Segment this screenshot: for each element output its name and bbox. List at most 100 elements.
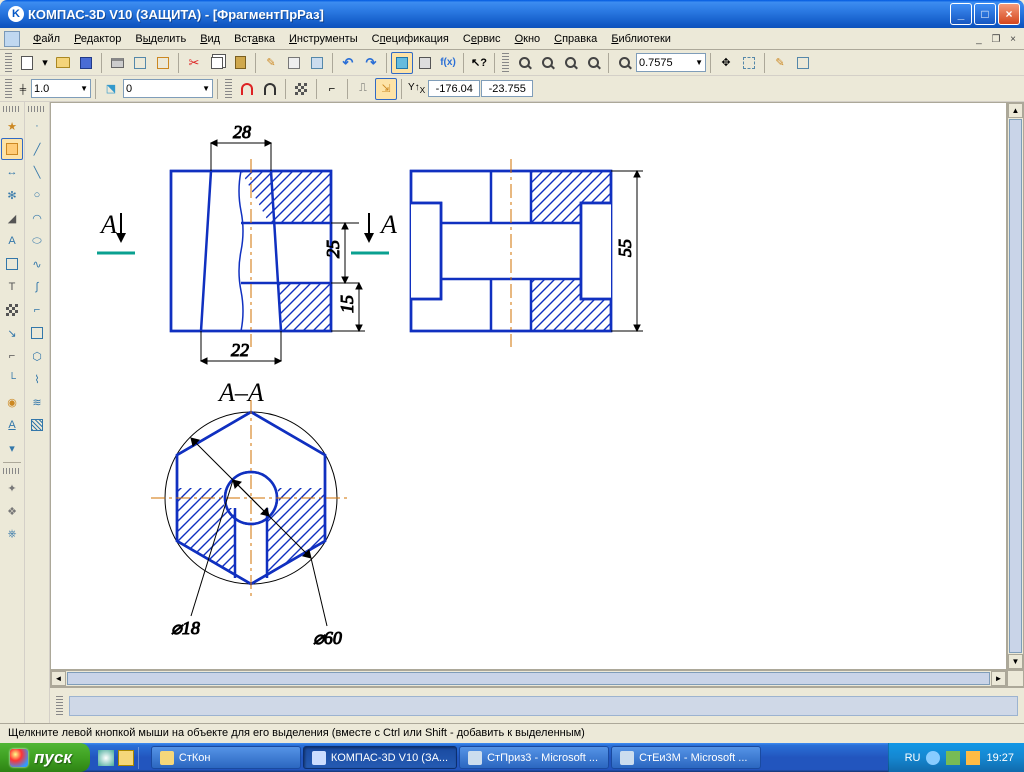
tool-ellipse[interactable]: ⬭ — [26, 230, 48, 252]
preview-button[interactable] — [129, 52, 151, 74]
menu-select[interactable]: Выделить — [128, 31, 193, 47]
cat-select[interactable]: Т — [1, 276, 23, 298]
undo-button[interactable]: ↶ — [337, 52, 359, 74]
redo-button[interactable]: ↷ — [360, 52, 382, 74]
cat-tools[interactable]: ◉ — [1, 391, 23, 413]
tray-icon-3[interactable] — [966, 751, 980, 765]
open-button[interactable] — [52, 52, 74, 74]
layer-button[interactable]: ⬔ — [100, 78, 122, 100]
prop-track[interactable] — [69, 696, 1018, 716]
tool-bezier[interactable]: ∫ — [26, 276, 48, 298]
scroll-horizontal[interactable]: ◄► — [50, 670, 1007, 687]
menu-libs[interactable]: Библиотеки — [604, 31, 678, 47]
tool-segment[interactable]: ╲ — [26, 161, 48, 183]
var-table-button[interactable] — [414, 52, 436, 74]
cut-button[interactable]: ✂ — [183, 52, 205, 74]
grid-button[interactable] — [290, 78, 312, 100]
tree-button[interactable] — [306, 52, 328, 74]
local-cs-button[interactable]: ⇲ — [375, 78, 397, 100]
cat-reports[interactable]: ↘ — [1, 322, 23, 344]
coord-y-field[interactable]: -23.755 — [481, 80, 533, 97]
properties-button[interactable]: ✎ — [260, 52, 282, 74]
drawing-canvas[interactable]: А А — [50, 102, 1007, 670]
refresh-button[interactable]: ✎ — [769, 52, 791, 74]
variables-button[interactable] — [283, 52, 305, 74]
tray-icon-1[interactable] — [926, 751, 940, 765]
toolbar-grip[interactable] — [502, 53, 509, 73]
prop-grip[interactable] — [56, 696, 63, 716]
tool-contour[interactable]: ⌇ — [26, 368, 48, 390]
menu-help[interactable]: Справка — [547, 31, 604, 47]
tray-clock[interactable]: 19:27 — [986, 752, 1014, 764]
task-folder[interactable]: СтКон — [151, 746, 301, 769]
vgrip[interactable] — [28, 106, 46, 112]
task-word2[interactable]: СтЕи3М - Microsoft ... — [611, 746, 761, 769]
toolbar-grip[interactable] — [5, 53, 12, 73]
snap-off-button[interactable] — [259, 78, 281, 100]
vgrip[interactable] — [3, 468, 21, 474]
zoom-fit-button[interactable] — [613, 52, 635, 74]
cat-arrow-dn[interactable]: ▾ — [1, 437, 23, 459]
new-button[interactable] — [16, 52, 38, 74]
fx-button[interactable]: f(x) — [437, 52, 459, 74]
tool-misc3[interactable]: ⎈ — [1, 523, 23, 545]
cat-edit[interactable]: ◢ — [1, 207, 23, 229]
zoom-out-button[interactable] — [536, 52, 558, 74]
coord-x-field[interactable]: -176.04 — [428, 80, 480, 97]
cat-dimensions[interactable]: ↔ — [1, 161, 23, 183]
lib-mgr-button[interactable] — [391, 52, 413, 74]
pan-button[interactable]: ✥ — [715, 52, 737, 74]
tool-rect[interactable] — [26, 322, 48, 344]
mdi-controls[interactable]: _ ❐ × — [972, 33, 1020, 45]
zoom-in-button[interactable] — [513, 52, 535, 74]
copy-button[interactable] — [206, 52, 228, 74]
zoom-window-button[interactable] — [559, 52, 581, 74]
tool-circle[interactable]: ○ — [26, 184, 48, 206]
doc-mgr-button[interactable] — [152, 52, 174, 74]
layer-combo[interactable]: 0▼ — [123, 79, 213, 98]
cat-spec[interactable] — [1, 299, 23, 321]
cat-favorites[interactable]: ★ — [1, 115, 23, 137]
tool-misc2[interactable]: ❖ — [1, 500, 23, 522]
whats-this-button[interactable]: ↖? — [468, 52, 490, 74]
new-dropdown[interactable]: ▾ — [39, 52, 51, 74]
tool-spline[interactable]: ∿ — [26, 253, 48, 275]
menu-file[interactable]: Файл — [26, 31, 67, 47]
vgrip[interactable] — [3, 106, 21, 112]
cat-text[interactable]: A — [1, 414, 23, 436]
tray-icon-2[interactable] — [946, 751, 960, 765]
tray-lang[interactable]: RU — [905, 752, 921, 764]
scroll-vertical[interactable]: ▲▼ — [1007, 102, 1024, 670]
minimize-button[interactable]: _ — [950, 3, 972, 25]
menu-tools[interactable]: Инструменты — [282, 31, 365, 47]
ql-show-desktop-icon[interactable] — [98, 750, 114, 766]
tool-hatch[interactable] — [26, 414, 48, 436]
cat-symbols[interactable]: ✻ — [1, 184, 23, 206]
task-word1[interactable]: СтПриз3 - Microsoft ... — [459, 746, 609, 769]
round-button[interactable]: ⎍ — [352, 78, 374, 100]
ql-tc-icon[interactable] — [118, 750, 134, 766]
paste-button[interactable] — [229, 52, 251, 74]
rotate-button[interactable] — [738, 52, 760, 74]
redraw-button[interactable] — [792, 52, 814, 74]
cat-insert[interactable]: ⌐ — [1, 345, 23, 367]
save-button[interactable] — [75, 52, 97, 74]
snap-global-button[interactable] — [236, 78, 258, 100]
cat-views[interactable]: └ — [1, 368, 23, 390]
tool-chamfer[interactable]: ⌐ — [26, 299, 48, 321]
task-kompas[interactable]: КОМПАС-3D V10 (ЗА... — [303, 746, 457, 769]
mdi-icon[interactable] — [4, 31, 20, 47]
tool-point[interactable]: · — [26, 115, 48, 137]
style-dropdown[interactable]: ╪ — [16, 78, 30, 100]
zoom-dyn-button[interactable] — [582, 52, 604, 74]
menu-insert[interactable]: Вставка — [227, 31, 282, 47]
tool-equidist[interactable]: ≋ — [26, 391, 48, 413]
close-button[interactable]: × — [998, 3, 1020, 25]
tool-misc1[interactable]: ✦ — [1, 477, 23, 499]
tool-aux-line[interactable]: ╱ — [26, 138, 48, 160]
cat-measure[interactable] — [1, 253, 23, 275]
toolbar-grip[interactable] — [5, 79, 12, 99]
menu-view[interactable]: Вид — [193, 31, 227, 47]
toolbar-grip[interactable] — [225, 79, 232, 99]
menu-spec[interactable]: Спецификация — [365, 31, 456, 47]
